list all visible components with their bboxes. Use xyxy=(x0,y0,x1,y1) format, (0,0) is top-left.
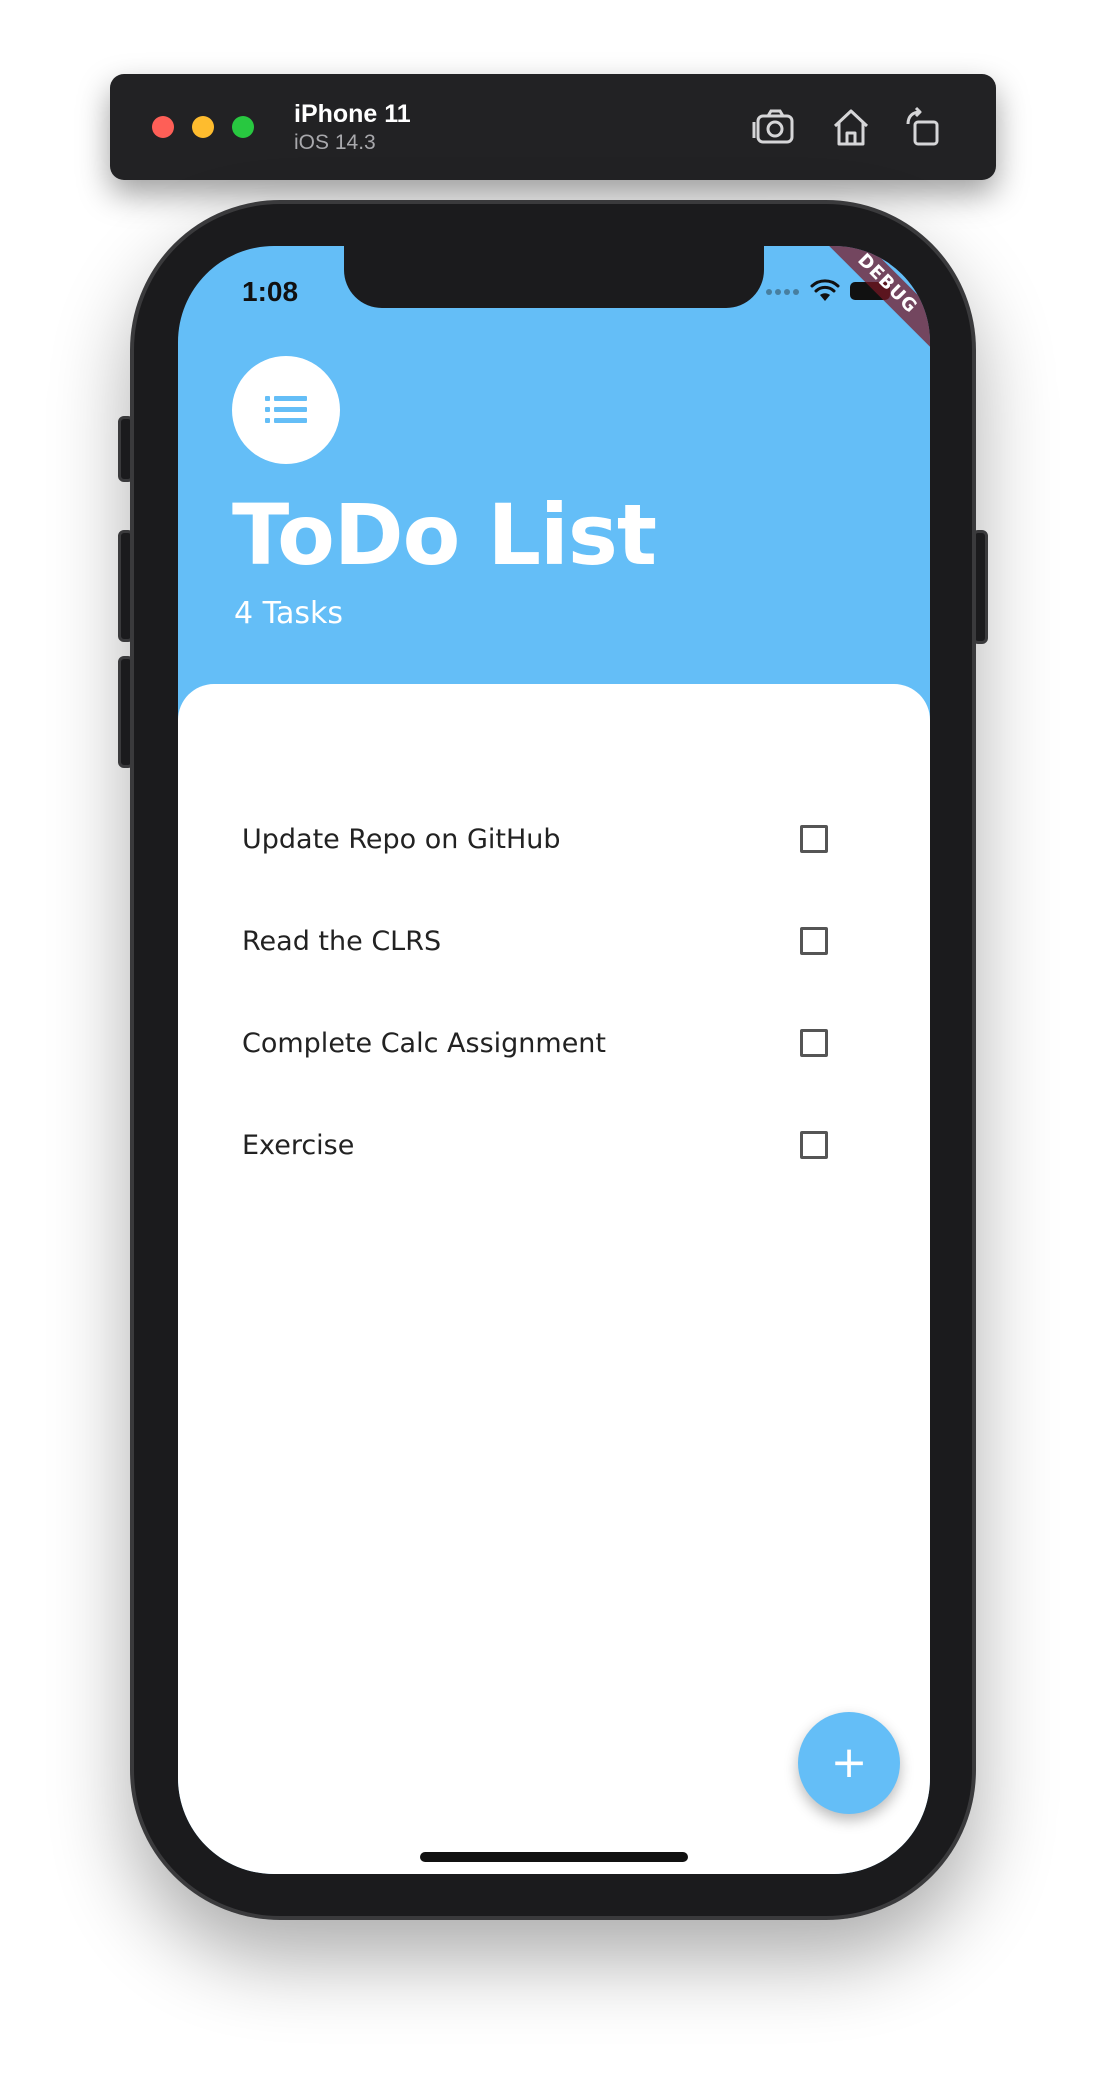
task-row[interactable]: Update Repo on GitHub xyxy=(242,788,842,890)
minimize-window-button[interactable] xyxy=(192,116,214,138)
status-time: 1:08 xyxy=(242,276,299,307)
task-row[interactable]: Exercise xyxy=(242,1094,842,1196)
task-count: 4 Tasks xyxy=(234,596,343,631)
task-row[interactable]: Complete Calc Assignment xyxy=(242,992,842,1094)
rotate-icon[interactable] xyxy=(898,104,948,150)
plus-icon: + xyxy=(830,1737,868,1788)
task-checkbox[interactable] xyxy=(800,927,828,955)
home-icon[interactable] xyxy=(826,104,876,150)
app-screen: 1:08 DEBUG ToDo List 4 Tasks Update Repo… xyxy=(178,246,930,1874)
list-icon xyxy=(265,396,307,423)
screenshot-icon[interactable] xyxy=(748,104,798,150)
task-sheet: Update Repo on GitHub Read the CLRS Comp… xyxy=(178,684,930,1874)
simulator-toolbar: iPhone 11 iOS 14.3 xyxy=(110,74,996,180)
task-label: Update Repo on GitHub xyxy=(242,823,561,855)
wifi-icon xyxy=(810,279,840,301)
task-label: Read the CLRS xyxy=(242,925,442,957)
home-indicator xyxy=(420,1852,688,1862)
header-list-button[interactable] xyxy=(232,356,340,464)
task-row[interactable]: Read the CLRS xyxy=(242,890,842,992)
zoom-window-button[interactable] xyxy=(232,116,254,138)
task-label: Exercise xyxy=(242,1129,355,1161)
task-list: Update Repo on GitHub Read the CLRS Comp… xyxy=(242,788,842,1196)
notch xyxy=(344,246,764,308)
signal-icon xyxy=(766,287,800,295)
task-checkbox[interactable] xyxy=(800,1131,828,1159)
add-task-button[interactable]: + xyxy=(798,1712,900,1814)
task-checkbox[interactable] xyxy=(800,825,828,853)
task-checkbox[interactable] xyxy=(800,1029,828,1057)
simulator-stage: iPhone 11 iOS 14.3 1:08 DEBUG ToDo List … xyxy=(0,0,1108,2074)
close-window-button[interactable] xyxy=(152,116,174,138)
device-name: iPhone 11 xyxy=(294,100,411,128)
task-label: Complete Calc Assignment xyxy=(242,1027,606,1059)
page-title: ToDo List xyxy=(232,486,657,584)
device-os-version: iOS 14.3 xyxy=(294,131,376,154)
